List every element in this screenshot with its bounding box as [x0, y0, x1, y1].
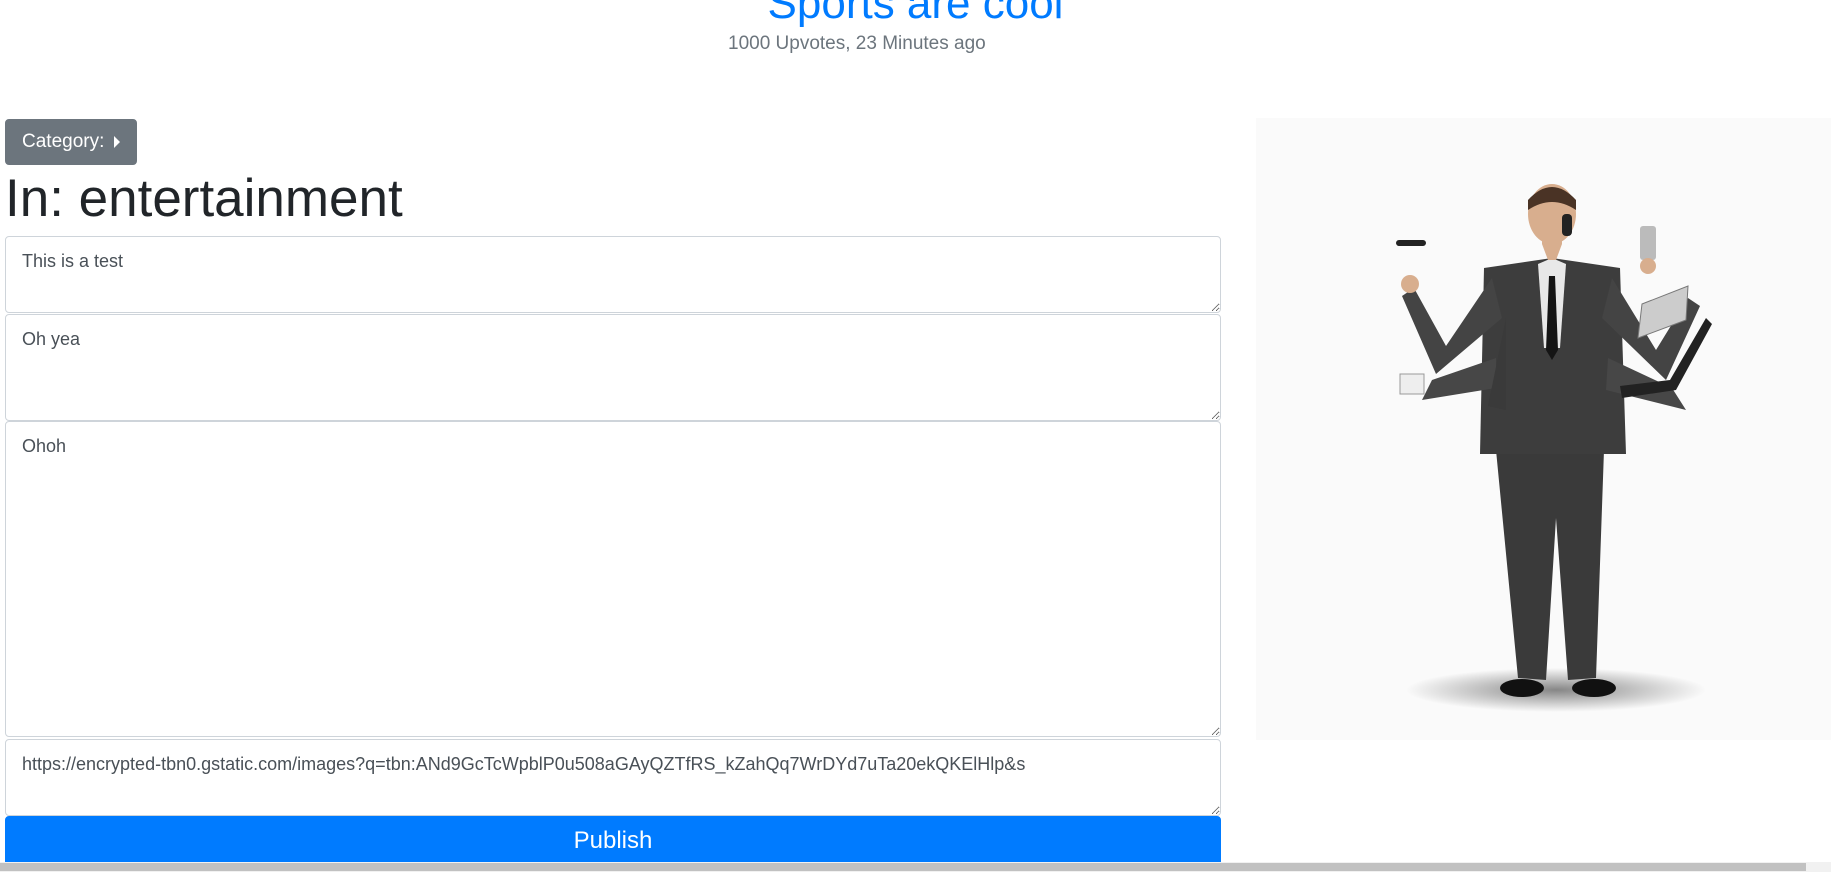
- publish-button[interactable]: Publish: [5, 816, 1221, 866]
- post-summary-field[interactable]: Oh yea: [5, 314, 1221, 421]
- scrollbar-thumb[interactable]: [0, 863, 1806, 871]
- image-url-field[interactable]: https://encrypted-tbn0.gstatic.com/image…: [5, 739, 1221, 816]
- category-heading: In: entertainment: [5, 169, 403, 228]
- horizontal-scrollbar[interactable]: [0, 862, 1831, 872]
- category-button-label: Category:: [22, 131, 105, 152]
- post-body-field[interactable]: Ohoh: [5, 421, 1221, 737]
- category-dropdown-button[interactable]: Category:: [5, 119, 138, 165]
- post-title-field[interactable]: This is a test: [5, 236, 1221, 313]
- post-image: [1256, 118, 1831, 740]
- post-title: Sports are cool: [767, 0, 1064, 28]
- post-meta: 1000 Upvotes, 23 Minutes ago: [728, 33, 986, 54]
- caret-right-icon: [114, 136, 121, 148]
